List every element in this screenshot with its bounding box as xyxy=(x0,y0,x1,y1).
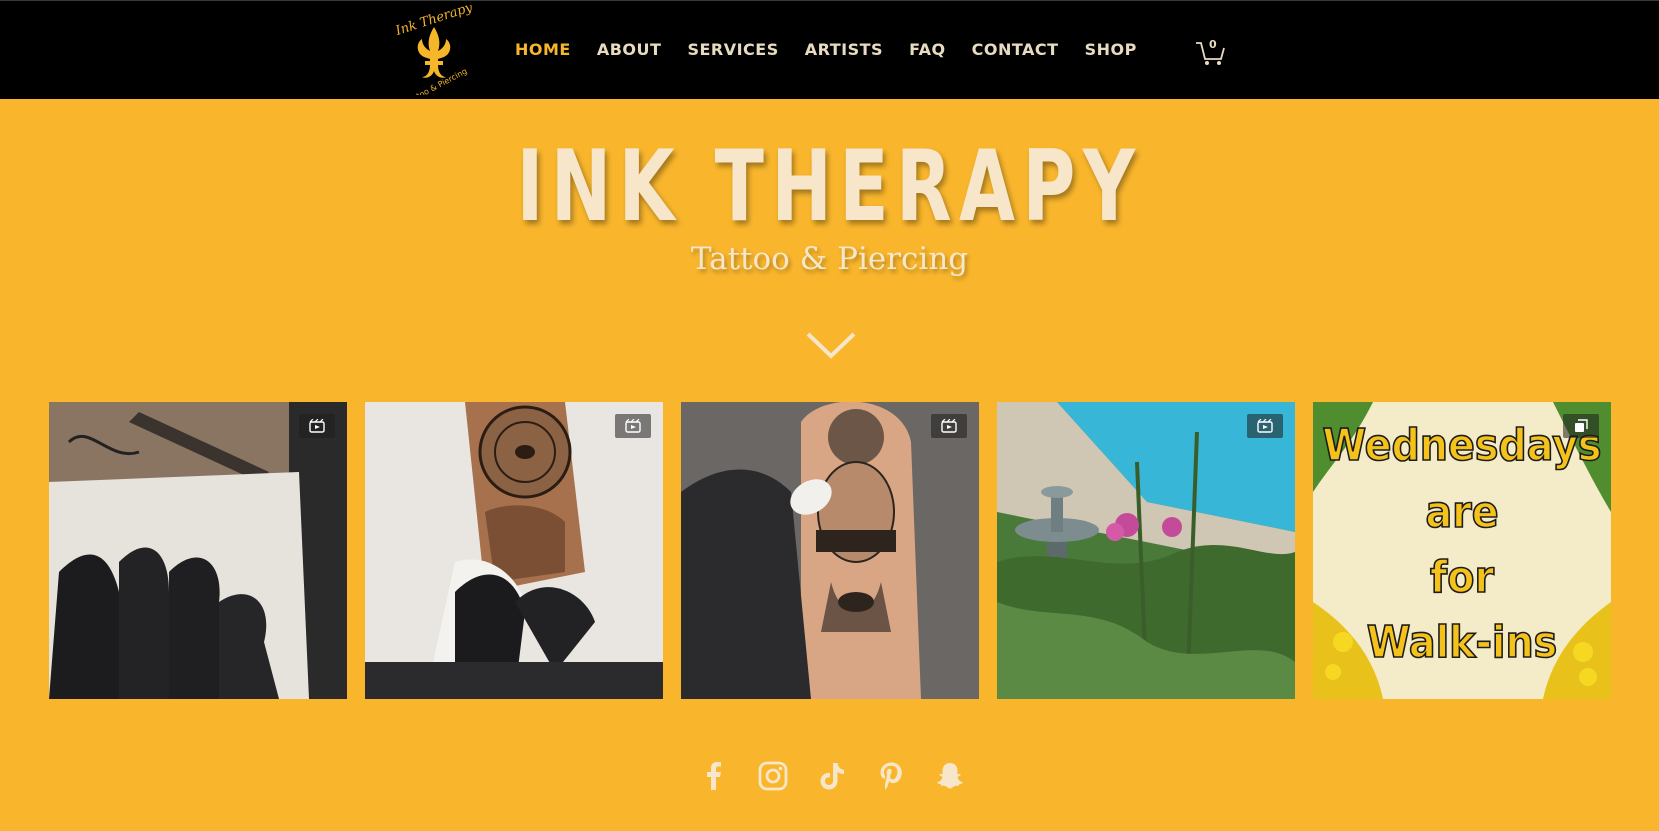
gallery-tile[interactable]: Wednesdays are for Walk-ins xyxy=(1313,402,1611,699)
site-header: Ink Therapy Tattoo & Piercing HOME ABOUT… xyxy=(0,0,1659,99)
pinterest-icon[interactable] xyxy=(875,760,907,792)
ink-therapy-logo[interactable]: Ink Therapy Tattoo & Piercing xyxy=(396,5,472,95)
nav-shop[interactable]: SHOP xyxy=(1072,35,1150,65)
tile-image xyxy=(49,402,347,699)
tile-image xyxy=(365,402,663,699)
snapchat-icon[interactable] xyxy=(934,760,966,792)
facebook-icon[interactable] xyxy=(698,760,730,792)
tiktok-icon[interactable] xyxy=(816,760,848,792)
reel-icon xyxy=(299,414,335,438)
tile-image: Wednesdays are for Walk-ins xyxy=(1313,402,1611,699)
instagram-gallery: Wednesdays are for Walk-ins xyxy=(49,402,1611,699)
nav-home[interactable]: HOME xyxy=(502,35,584,65)
hero-title: INK THERAPY xyxy=(516,130,1143,244)
poster-line-1: Wednesdays xyxy=(1323,420,1602,471)
carousel-icon xyxy=(1563,414,1599,438)
cart-count: 0 xyxy=(1209,38,1217,51)
nav-faq[interactable]: FAQ xyxy=(896,35,959,65)
hero-subtitle: Tattoo & Piercing xyxy=(690,241,969,277)
instagram-icon[interactable] xyxy=(757,760,789,792)
main-nav: HOME ABOUT SERVICES ARTISTS FAQ CONTACT … xyxy=(502,35,1150,65)
poster-line-3: for xyxy=(1430,552,1494,603)
gallery-tile[interactable] xyxy=(997,402,1295,699)
social-bar xyxy=(698,760,966,792)
nav-contact[interactable]: CONTACT xyxy=(959,35,1072,65)
tile-image xyxy=(997,402,1295,699)
reel-icon xyxy=(931,414,967,438)
nav-about[interactable]: ABOUT xyxy=(584,35,675,65)
gallery-tile[interactable] xyxy=(365,402,663,699)
tile-image xyxy=(681,402,979,699)
gallery-tile[interactable] xyxy=(49,402,347,699)
reel-icon xyxy=(615,414,651,438)
nav-artists[interactable]: ARTISTS xyxy=(792,35,896,65)
nav-services[interactable]: SERVICES xyxy=(674,35,791,65)
gallery-tile[interactable] xyxy=(681,402,979,699)
reel-icon xyxy=(1247,414,1283,438)
poster-line-2: are xyxy=(1425,487,1498,538)
poster-line-4: Walk-ins xyxy=(1367,617,1557,668)
chevron-down-icon[interactable] xyxy=(805,330,857,362)
